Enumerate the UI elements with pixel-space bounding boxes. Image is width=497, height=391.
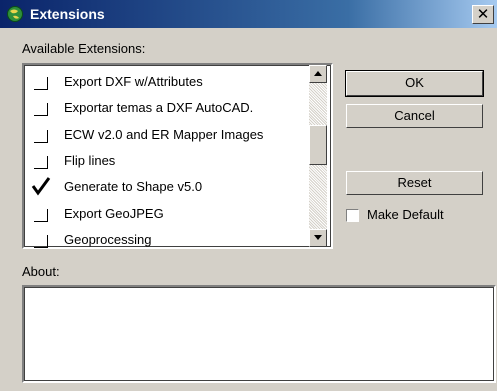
- scroll-thumb[interactable]: [309, 125, 327, 165]
- extension-label: Export DXF w/Attributes: [64, 74, 203, 89]
- extension-list-item[interactable]: Export DXF w/Attributes: [24, 69, 309, 95]
- extension-label: Geoprocessing: [64, 231, 152, 247]
- extension-label: Flip lines: [64, 152, 116, 168]
- unchecked-box-icon[interactable]: [34, 129, 48, 143]
- unchecked-box-icon[interactable]: [34, 208, 48, 222]
- cancel-button[interactable]: Cancel: [346, 104, 483, 128]
- make-default-checkbox[interactable]: [346, 209, 359, 222]
- extension-list-item[interactable]: Exportar temas a DXF AutoCAD.: [24, 95, 309, 121]
- extension-list-item[interactable]: Flip lines: [24, 148, 309, 174]
- checkmark-icon[interactable]: [31, 177, 51, 196]
- scroll-up-button[interactable]: [309, 65, 327, 83]
- extensions-list[interactable]: Export DXF w/Attributes Exportar temas a …: [22, 63, 333, 249]
- ok-button[interactable]: OK: [345, 70, 484, 97]
- about-text-area: [22, 285, 496, 383]
- unchecked-box-icon[interactable]: [34, 103, 48, 117]
- about-label: About:: [22, 264, 60, 279]
- available-extensions-label: Available Extensions:: [22, 41, 146, 56]
- globe-icon: [6, 5, 24, 23]
- extension-list-item[interactable]: Generate to Shape v5.0: [24, 174, 309, 200]
- vertical-scrollbar[interactable]: [309, 65, 327, 247]
- about-text: [24, 287, 494, 295]
- make-default-label[interactable]: Make Default: [367, 207, 444, 222]
- unchecked-box-icon[interactable]: [34, 77, 48, 90]
- arrow-up-icon: [314, 71, 322, 76]
- extension-label: Export GeoJPEG: [64, 205, 164, 221]
- extension-list-item[interactable]: Export GeoJPEG: [24, 201, 309, 227]
- arrow-down-icon: [314, 235, 322, 240]
- reset-button[interactable]: Reset: [346, 171, 483, 195]
- close-button[interactable]: ✕: [472, 5, 494, 24]
- extension-list-item[interactable]: ECW v2.0 and ER Mapper Images: [24, 122, 309, 148]
- window-title: Extensions: [30, 6, 105, 22]
- extension-list-item[interactable]: Geoprocessing: [24, 227, 309, 253]
- extension-label: Generate to Shape v5.0: [64, 179, 203, 195]
- unchecked-box-icon[interactable]: [34, 155, 48, 169]
- extension-label: ECW v2.0 and ER Mapper Images: [64, 126, 264, 142]
- scroll-down-button[interactable]: [309, 229, 327, 247]
- title-bar[interactable]: Extensions ✕: [0, 0, 497, 28]
- extension-label: Exportar temas a DXF AutoCAD.: [64, 100, 254, 116]
- unchecked-box-icon[interactable]: [34, 234, 48, 248]
- close-icon: ✕: [476, 6, 490, 23]
